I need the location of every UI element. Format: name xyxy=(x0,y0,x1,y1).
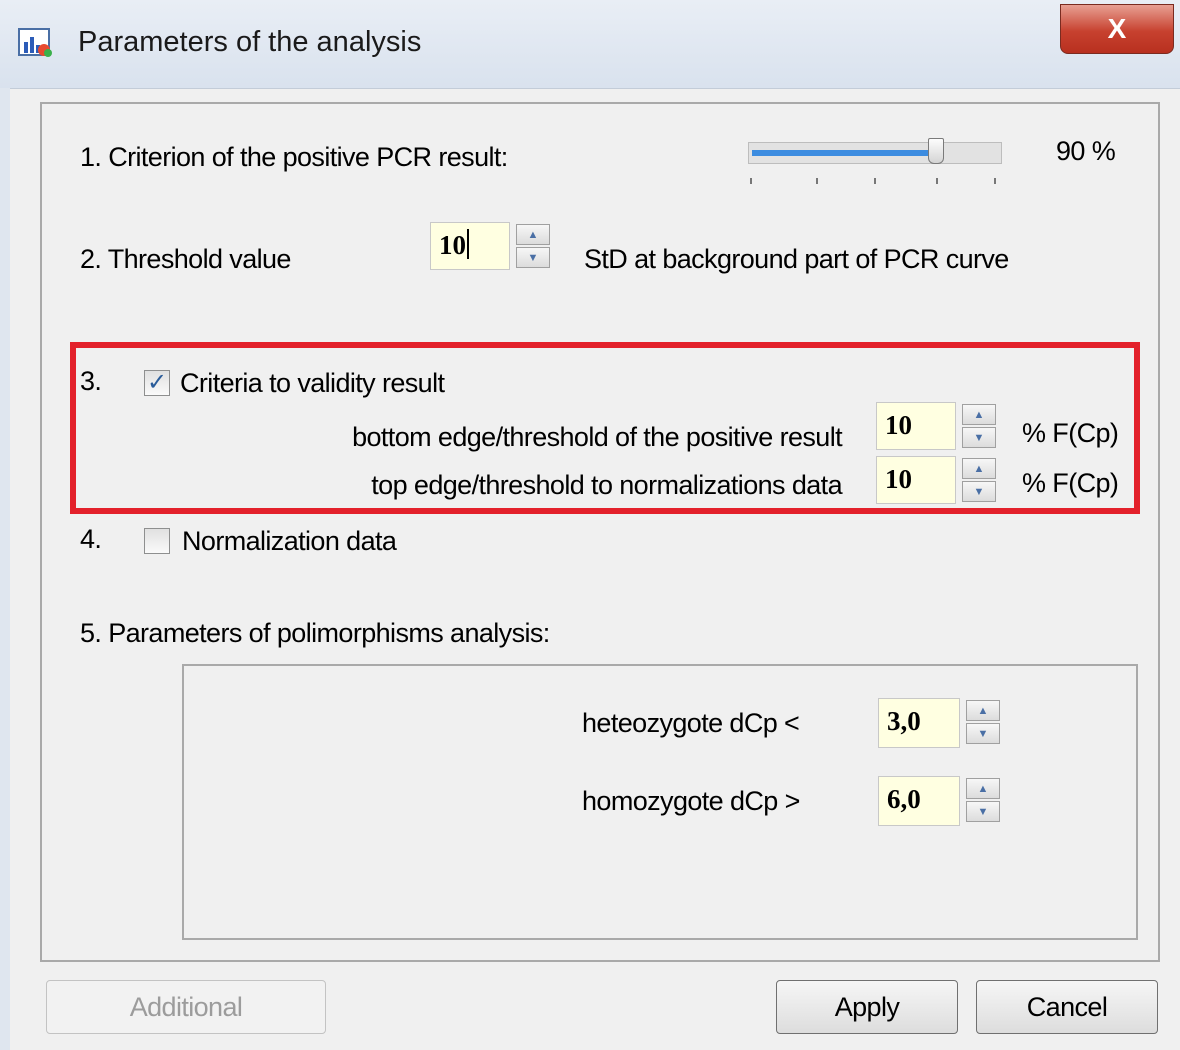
normalization-number: 4. xyxy=(80,524,102,554)
bottom-edge-unit: % F(Cp) xyxy=(1022,418,1119,448)
normalization-label: Normalization data xyxy=(182,526,397,556)
checkmark-icon: ✓ xyxy=(146,369,168,396)
threshold-label: 2. Threshold value xyxy=(80,244,291,274)
bottom-edge-input[interactable]: 10 xyxy=(876,402,956,450)
window-frame xyxy=(0,88,10,1050)
arrow-down-icon[interactable]: ▼ xyxy=(962,427,996,448)
slider-thumb[interactable] xyxy=(928,138,944,164)
arrow-down-icon[interactable]: ▼ xyxy=(516,247,550,268)
threshold-spinner[interactable]: ▲ ▼ xyxy=(516,224,550,268)
arrow-up-icon[interactable]: ▲ xyxy=(966,700,1000,721)
top-edge-unit: % F(Cp) xyxy=(1022,468,1119,498)
validity-checkbox[interactable]: ✓ xyxy=(144,370,170,396)
top-edge-spinner[interactable]: ▲ ▼ xyxy=(962,458,996,502)
homozygote-spinner[interactable]: ▲ ▼ xyxy=(966,778,1000,822)
arrow-up-icon[interactable]: ▲ xyxy=(962,404,996,425)
chart-icon xyxy=(18,28,54,58)
arrow-down-icon[interactable]: ▼ xyxy=(962,481,996,502)
close-icon: X xyxy=(1107,13,1127,44)
slider-tick xyxy=(874,178,876,184)
criterion-value: 90 % xyxy=(1056,136,1116,166)
slider-tick xyxy=(816,178,818,184)
heterozygote-spinner[interactable]: ▲ ▼ xyxy=(966,700,1000,744)
title-bar: Parameters of the analysis X xyxy=(0,0,1180,89)
arrow-down-icon[interactable]: ▼ xyxy=(966,723,1000,744)
bottom-edge-label: bottom edge/threshold of the positive re… xyxy=(352,422,843,452)
cancel-button[interactable]: Cancel xyxy=(976,980,1158,1034)
threshold-value: 10 xyxy=(439,230,466,260)
criterion-label: 1. Criterion of the positive PCR result: xyxy=(80,142,508,172)
homozygote-input[interactable]: 6,0 xyxy=(878,776,960,826)
top-edge-label: top edge/threshold to normalizations dat… xyxy=(371,470,842,500)
polymorphisms-label: 5. Parameters of polimorphisms analysis: xyxy=(80,618,550,648)
close-button[interactable]: X xyxy=(1060,4,1174,54)
slider-tick xyxy=(994,178,996,184)
additional-button[interactable]: Additional xyxy=(46,980,326,1034)
bottom-edge-spinner[interactable]: ▲ ▼ xyxy=(962,404,996,448)
criterion-slider[interactable] xyxy=(744,138,1004,186)
threshold-input[interactable]: 10 xyxy=(430,222,510,270)
arrow-up-icon[interactable]: ▲ xyxy=(966,778,1000,799)
homozygote-label: homozygote dCp > xyxy=(582,786,800,816)
threshold-unit: StD at background part of PCR curve xyxy=(584,244,1009,274)
validity-number: 3. xyxy=(80,366,102,396)
arrow-up-icon[interactable]: ▲ xyxy=(516,224,550,245)
heterozygote-input[interactable]: 3,0 xyxy=(878,698,960,748)
slider-fill xyxy=(752,150,936,156)
text-caret xyxy=(467,229,469,259)
slider-tick xyxy=(750,178,752,184)
top-edge-input[interactable]: 10 xyxy=(876,456,956,504)
normalization-checkbox[interactable] xyxy=(144,528,170,554)
arrow-up-icon[interactable]: ▲ xyxy=(962,458,996,479)
arrow-down-icon[interactable]: ▼ xyxy=(966,801,1000,822)
window-title: Parameters of the analysis xyxy=(78,26,422,58)
slider-tick xyxy=(936,178,938,184)
heterozygote-label: heteozygote dCp < xyxy=(582,708,800,738)
validity-label: Criteria to validity result xyxy=(180,368,445,398)
apply-button[interactable]: Apply xyxy=(776,980,958,1034)
